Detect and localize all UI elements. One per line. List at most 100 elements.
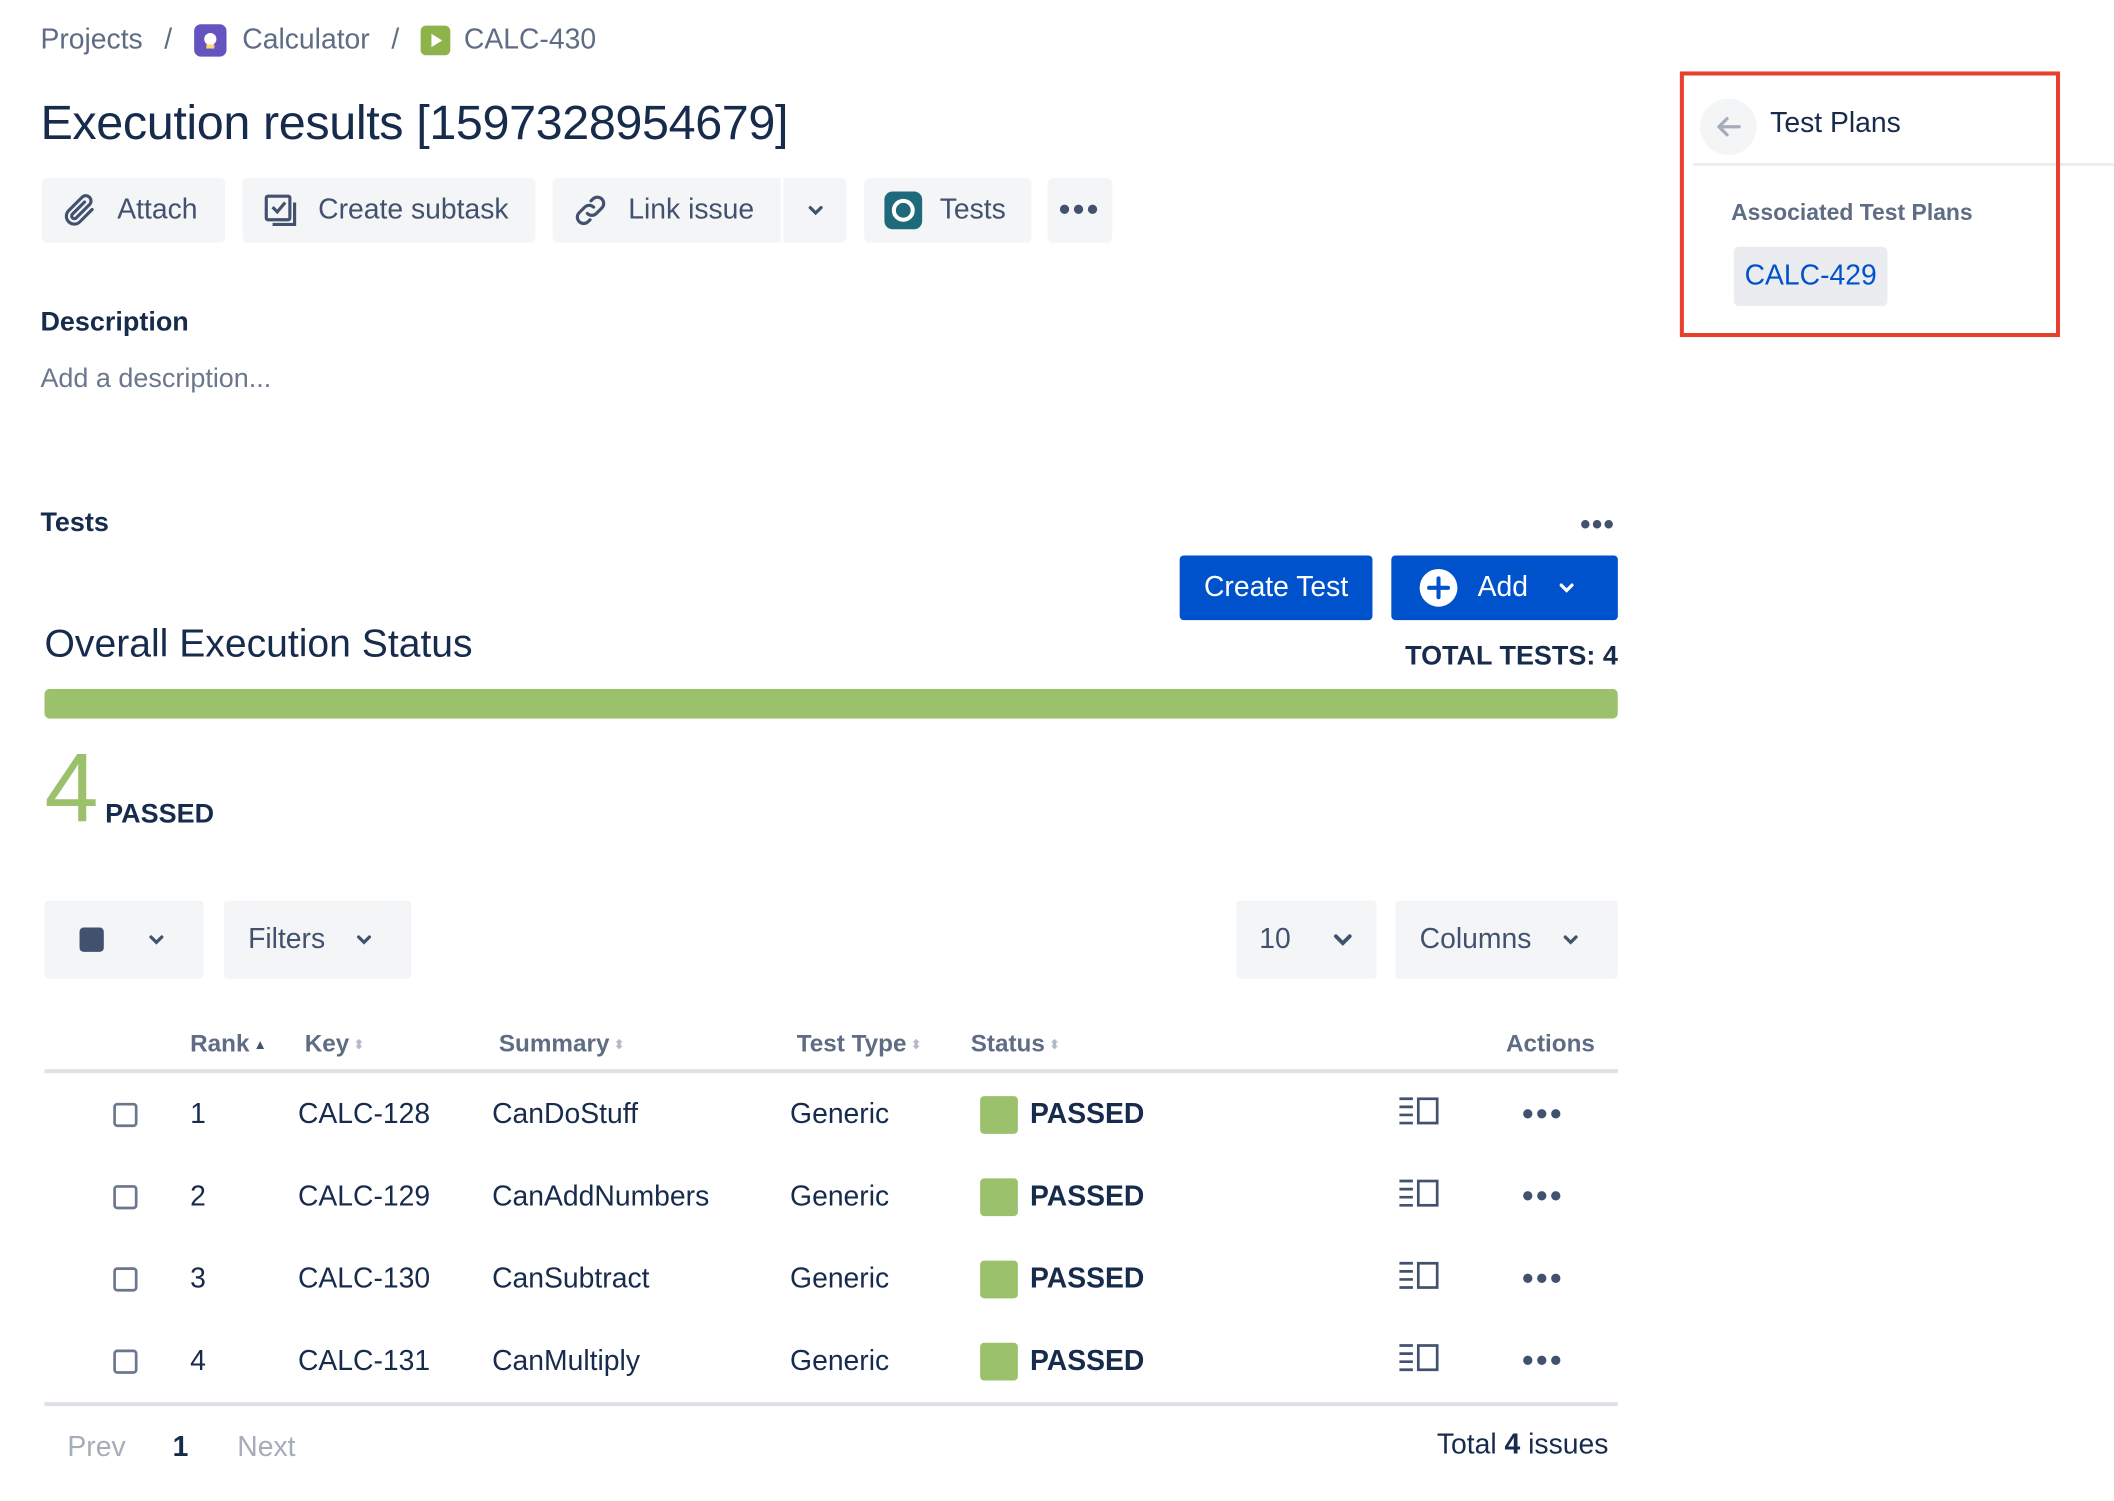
row-more-icon[interactable]: ••• [1522,1095,1564,1133]
paperclip-icon [61,191,99,229]
sort-icon: ⬍ [613,1037,625,1053]
row-test-type: Generic [790,1262,890,1294]
link-issue-dropdown[interactable] [783,177,847,243]
pager-current-page[interactable]: 1 [173,1432,189,1464]
tests-more-icon[interactable]: ••• [1580,507,1615,542]
row-checkbox[interactable] [113,1102,138,1127]
filters-dropdown[interactable]: Filters [223,900,412,979]
status-header-label: Status [970,1030,1045,1057]
chevron-down-icon [806,201,825,220]
row-checkbox[interactable] [113,1348,138,1374]
sort-icon: ⬍ [1048,1037,1061,1053]
create-subtask-button[interactable]: Create subtask [242,177,536,243]
page-size-select[interactable]: 10 [1236,900,1377,979]
sort-ascending-icon: ▲ [253,1037,267,1053]
subtask-icon [262,191,300,229]
row-test-type: Generic [790,1180,890,1212]
select-all-checkbox-icon [79,927,104,952]
bulk-select-dropdown[interactable] [44,900,204,979]
breadcrumb-issue-key[interactable]: CALC-430 [464,24,596,56]
breadcrumb-project[interactable]: Calculator [242,24,369,56]
row-checkbox[interactable] [113,1266,138,1291]
test-type-header-label: Test Type [796,1030,907,1057]
row-status[interactable]: PASSED [1030,1180,1144,1212]
pager-next-button[interactable]: Next [237,1432,295,1464]
status-color-swatch [980,1342,1018,1380]
table-row: 2 CALC-129 CanAddNumbers Generic PASSED … [44,1155,1617,1237]
chevron-down-icon [1558,578,1577,597]
description-label: Description [40,307,189,338]
pager-prev-button[interactable]: Prev [67,1432,125,1464]
tests-section-label: Tests [40,508,109,538]
test-execution-icon [420,25,451,56]
row-test-type: Generic [790,1344,890,1376]
table-row: 3 CALC-130 CanSubtract Generic PASSED ••… [44,1238,1617,1320]
column-header-status[interactable]: Status ⬍ [971,1030,1061,1058]
total-suffix: issues [1528,1429,1609,1461]
add-button[interactable]: Add [1391,555,1618,621]
row-more-icon[interactable]: ••• [1522,1342,1564,1380]
row-key-link[interactable]: CALC-129 [298,1180,430,1212]
row-key-link[interactable]: CALC-130 [298,1263,430,1295]
page-size-value: 10 [1259,923,1291,955]
link-issue-button[interactable]: Link issue [552,177,781,243]
breadcrumb-separator: / [391,24,400,56]
sort-icon: ⬍ [910,1037,922,1053]
breadcrumb-projects[interactable]: Projects [40,24,142,56]
chevron-down-icon [355,930,374,949]
tests-label: Tests [939,194,1006,226]
total-count: 4 [1504,1429,1521,1461]
row-status[interactable]: PASSED [1030,1263,1144,1295]
rank-header-label: Rank [190,1030,250,1057]
summary-header-label: Summary [498,1030,610,1057]
chevron-down-icon [1331,928,1355,952]
more-actions-button[interactable]: ••• [1047,177,1113,243]
execution-details-icon[interactable] [1398,1342,1441,1380]
row-status[interactable]: PASSED [1030,1345,1144,1377]
columns-dropdown[interactable]: Columns [1395,900,1618,979]
column-header-actions: Actions [1505,1030,1595,1057]
attach-button[interactable]: Attach [41,177,226,243]
total-prefix: Total [1436,1429,1497,1461]
column-header-rank[interactable]: Rank ▲ [190,1030,267,1058]
key-header-label: Key [304,1030,350,1057]
column-header-key[interactable]: Key ⬍ [305,1030,365,1058]
row-more-icon[interactable]: ••• [1522,1178,1564,1216]
row-rank: 2 [190,1180,206,1212]
row-checkbox[interactable] [113,1184,138,1209]
xray-tests-icon [883,190,923,230]
row-rank: 3 [190,1262,206,1294]
progress-passed-fill [44,688,1618,719]
table-footer-divider [44,1402,1618,1407]
status-color-swatch [980,1177,1018,1216]
sort-icon: ⬍ [353,1037,365,1053]
row-more-icon[interactable]: ••• [1522,1260,1564,1298]
link-issue-label: Link issue [628,194,755,226]
passed-count: 4 [44,734,99,843]
total-issues-label: Total 4 issues [1348,1429,1609,1461]
page-title[interactable]: Execution results [1597328954679] [40,94,788,151]
row-key-link[interactable]: CALC-128 [298,1098,430,1130]
row-summary: CanSubtract [492,1262,650,1294]
row-key-link[interactable]: CALC-131 [298,1345,430,1377]
passed-label: PASSED [105,799,215,830]
row-status[interactable]: PASSED [1030,1098,1144,1130]
description-field[interactable]: Add a description... [40,364,271,395]
execution-details-icon[interactable] [1398,1178,1441,1216]
total-tests-label: TOTAL TESTS: 4 [1405,641,1618,672]
breadcrumb-separator: / [164,24,173,56]
tests-button[interactable]: Tests [864,177,1032,243]
execution-details-icon[interactable] [1398,1095,1441,1133]
execution-details-icon[interactable] [1398,1260,1441,1298]
highlight-box [1679,71,2061,338]
create-subtask-label: Create subtask [318,194,509,226]
row-rank: 1 [190,1098,206,1130]
column-header-summary[interactable]: Summary ⬍ [499,1030,625,1058]
row-test-type: Generic [790,1098,890,1130]
more-icon: ••• [1058,191,1101,228]
create-test-button[interactable]: Create Test [1179,555,1373,621]
column-header-test-type[interactable]: Test Type ⬍ [797,1030,922,1058]
row-summary: CanDoStuff [492,1098,638,1130]
row-summary: CanMultiply [492,1344,641,1376]
attach-label: Attach [117,194,198,226]
